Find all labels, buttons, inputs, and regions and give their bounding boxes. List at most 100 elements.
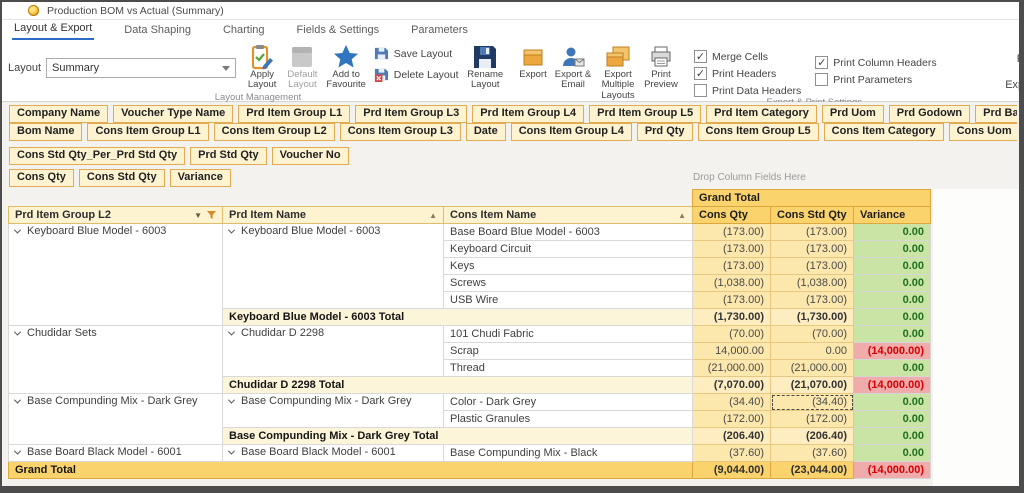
row-group-cell[interactable]: Keyboard Blue Model - 6003	[9, 224, 223, 326]
field-chip-variance[interactable]: Variance	[170, 169, 231, 187]
field-chip-date[interactable]: Date	[466, 123, 506, 141]
cons-item-cell[interactable]: Scrap	[444, 343, 693, 360]
column-header-cons-std-qty[interactable]: Cons Std Qty	[771, 207, 854, 224]
cons-qty-cell[interactable]: 14,000.00	[693, 343, 771, 360]
field-chip-prd-item-group-l1[interactable]: Prd Item Group L1	[238, 105, 350, 123]
cons-item-cell[interactable]: 101 Chudi Fabric	[444, 326, 693, 343]
collapse-chevron-icon[interactable]	[228, 448, 235, 455]
grand-total-row-label[interactable]: Grand Total	[9, 462, 693, 479]
cons-std-qty-cell[interactable]: (173.00)	[771, 258, 854, 275]
field-chip-prd-godown[interactable]: Prd Godown	[889, 105, 970, 123]
delete-layout-button[interactable]: Delete Layout	[374, 67, 459, 82]
save-layout-button[interactable]: Save Layout	[374, 46, 459, 61]
dropdown-arrow-icon[interactable]: ▼	[194, 209, 202, 222]
cons-std-qty-cell[interactable]: (70.00)	[771, 326, 854, 343]
group-total-label[interactable]: Keyboard Blue Model - 6003 Total	[223, 309, 693, 326]
cons-qty-cell[interactable]: (206.40)	[693, 428, 771, 445]
variance-cell[interactable]: 0.00	[854, 445, 931, 462]
variance-cell[interactable]: 0.00	[854, 241, 931, 258]
collapse-chevron-icon[interactable]	[228, 329, 235, 336]
cons-item-cell[interactable]: Thread	[444, 360, 693, 377]
tab-fields-settings[interactable]: Fields & Settings	[295, 22, 382, 40]
row-item-cell[interactable]: Keyboard Blue Model - 6003	[223, 224, 444, 309]
cons-std-qty-cell[interactable]: (206.40)	[771, 428, 854, 445]
add-to-favourite-button[interactable]: Add to Favourite	[323, 42, 370, 92]
cons-std-qty-cell[interactable]: (173.00)	[771, 241, 854, 258]
filter-icon[interactable]	[207, 211, 216, 220]
field-chip-prd-item-group-l4[interactable]: Prd Item Group L4	[472, 105, 584, 123]
variance-cell[interactable]: 0.00	[854, 292, 931, 309]
cons-qty-cell[interactable]: (173.00)	[693, 241, 771, 258]
cons-qty-cell[interactable]: (70.00)	[693, 326, 771, 343]
cons-item-cell[interactable]: Keyboard Circuit	[444, 241, 693, 258]
variance-cell[interactable]: 0.00	[854, 428, 931, 445]
group-total-label[interactable]: Base Compunding Mix - Dark Grey Total	[223, 428, 693, 445]
row-item-cell[interactable]: Base Board Black Model - 6001	[223, 445, 444, 462]
variance-cell[interactable]: 0.00	[854, 275, 931, 292]
cons-std-qty-cell[interactable]: (34.40)	[771, 394, 854, 411]
field-chip-cons-qty[interactable]: Cons Qty	[9, 169, 74, 187]
cons-item-cell[interactable]: Screws	[444, 275, 693, 292]
field-chip-prd-qty[interactable]: Prd Qty	[637, 123, 693, 141]
cons-std-qty-cell[interactable]: (23,044.00)	[771, 462, 854, 479]
variance-cell[interactable]: 0.00	[854, 224, 931, 241]
cons-qty-cell[interactable]: (21,000.00)	[693, 360, 771, 377]
row-group-cell[interactable]: Base Compunding Mix - Dark Grey	[9, 394, 223, 445]
field-chip-prd-item-group-l5[interactable]: Prd Item Group L5	[589, 105, 701, 123]
cons-std-qty-cell[interactable]: (21,070.00)	[771, 377, 854, 394]
export-button[interactable]: Export	[514, 42, 552, 81]
field-chip-cons-std-qty[interactable]: Cons Std Qty	[79, 169, 165, 187]
cons-std-qty-cell[interactable]: (21,000.00)	[771, 360, 854, 377]
collapse-chevron-icon[interactable]	[14, 448, 21, 455]
checkbox-print-headers[interactable]: Print Headers	[694, 67, 801, 80]
tab-data-shaping[interactable]: Data Shaping	[122, 22, 193, 40]
column-header-variance[interactable]: Variance	[854, 207, 931, 224]
collapse-chevron-icon[interactable]	[228, 397, 235, 404]
row-item-cell[interactable]: Base Compunding Mix - Dark Grey	[223, 394, 444, 428]
variance-cell[interactable]: 0.00	[854, 309, 931, 326]
cons-std-qty-cell[interactable]: (37.60)	[771, 445, 854, 462]
field-chip-prd-item-group-l3[interactable]: Prd Item Group L3	[355, 105, 467, 123]
cons-std-qty-cell[interactable]: (173.00)	[771, 224, 854, 241]
grand-total-column-band[interactable]: Grand Total	[693, 190, 931, 207]
sort-asc-icon[interactable]: ▲	[678, 209, 686, 222]
field-chip-cons-item-group-l4[interactable]: Cons Item Group L4	[511, 123, 632, 141]
checkbox-print-parameters[interactable]: Print Parameters	[815, 73, 936, 86]
cons-qty-cell[interactable]: (173.00)	[693, 224, 771, 241]
cons-item-cell[interactable]: Keys	[444, 258, 693, 275]
field-chip-company-name[interactable]: Company Name	[9, 105, 108, 123]
export-email-button[interactable]: Export & Email	[552, 42, 594, 92]
field-chip-cons-item-group-l1[interactable]: Cons Item Group L1	[87, 123, 208, 141]
cons-qty-cell[interactable]: (37.60)	[693, 445, 771, 462]
row-header-prd-item-group-l2[interactable]: Prd Item Group L2▼	[9, 207, 223, 224]
variance-cell[interactable]: (14,000.00)	[854, 462, 931, 479]
cons-item-cell[interactable]: Plastic Granules	[444, 411, 693, 428]
field-chip-prd-batch[interactable]: Prd Batch	[975, 105, 1017, 123]
variance-cell[interactable]: 0.00	[854, 326, 931, 343]
collapse-chevron-icon[interactable]	[14, 227, 21, 234]
field-chip-cons-item-group-l2[interactable]: Cons Item Group L2	[214, 123, 335, 141]
collapse-chevron-icon[interactable]	[14, 329, 21, 336]
field-chip-cons-item-group-l5[interactable]: Cons Item Group L5	[698, 123, 819, 141]
field-chip-prd-item-category[interactable]: Prd Item Category	[706, 105, 817, 123]
layout-select[interactable]: Summary	[46, 58, 236, 78]
cons-std-qty-cell[interactable]: (173.00)	[771, 292, 854, 309]
cons-qty-cell[interactable]: (9,044.00)	[693, 462, 771, 479]
row-header-cons-item-name[interactable]: Cons Item Name▲	[444, 207, 693, 224]
field-chip-cons-uom[interactable]: Cons Uom	[949, 123, 1017, 141]
cons-qty-cell[interactable]: (1,730.00)	[693, 309, 771, 326]
variance-cell[interactable]: 0.00	[854, 258, 931, 275]
variance-cell[interactable]: 0.00	[854, 360, 931, 377]
cons-std-qty-cell[interactable]: 0.00	[771, 343, 854, 360]
field-chip-cons-item-group-l3[interactable]: Cons Item Group L3	[340, 123, 461, 141]
field-chip-cons-item-category[interactable]: Cons Item Category	[824, 123, 944, 141]
checkbox-print-column-headers[interactable]: Print Column Headers	[815, 56, 936, 69]
cons-qty-cell[interactable]: (172.00)	[693, 411, 771, 428]
row-header-prd-item-name[interactable]: Prd Item Name▲	[223, 207, 444, 224]
collapse-chevron-icon[interactable]	[228, 227, 235, 234]
cons-std-qty-cell[interactable]: (1,730.00)	[771, 309, 854, 326]
cons-item-cell[interactable]: Color - Dark Grey	[444, 394, 693, 411]
row-group-cell[interactable]: Chudidar Sets	[9, 326, 223, 394]
row-item-cell[interactable]: Chudidar D 2298	[223, 326, 444, 377]
rename-layout-button[interactable]: Rename Layout	[463, 42, 508, 92]
